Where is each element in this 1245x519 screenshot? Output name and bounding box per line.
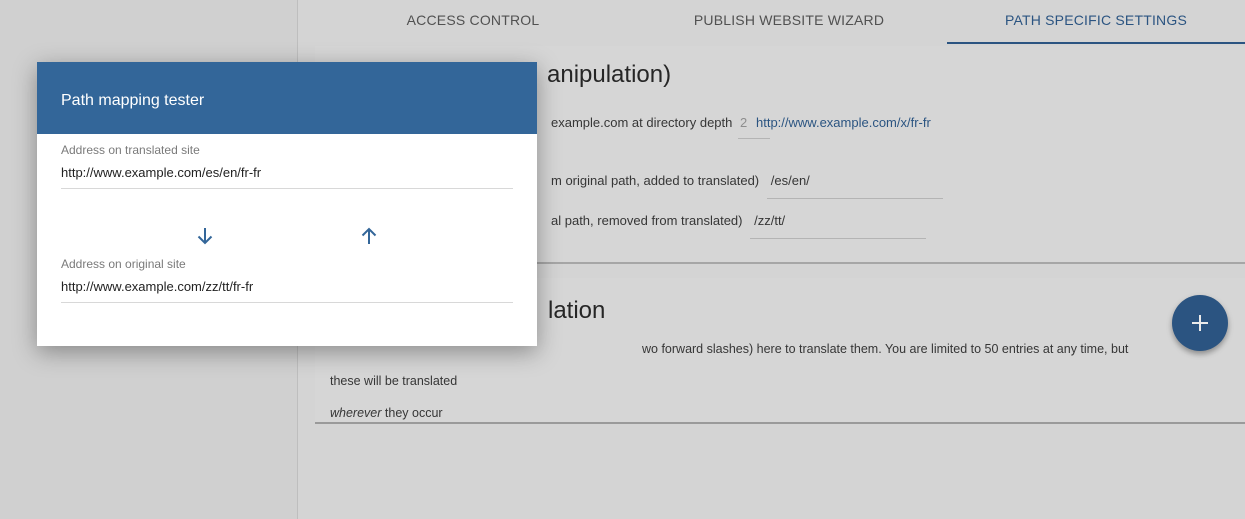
translated-address-input[interactable]: http://www.example.com/es/en/fr-fr [61,165,513,189]
original-address-label: Address on original site [61,257,186,271]
original-address-input[interactable]: http://www.example.com/zz/tt/fr-fr [61,279,513,303]
arrow-down-icon [197,228,213,245]
path-mapping-tester-dialog: Path mapping tester Address on translate… [37,62,537,346]
convert-to-original-button[interactable] [193,224,217,248]
translated-address-label: Address on translated site [61,143,200,157]
app-window: ACCESS CONTROL PUBLISH WEBSITE WIZARD PA… [0,0,1245,519]
translated-address-field: Address on translated site http://www.ex… [61,143,513,189]
dialog-title: Path mapping tester [37,62,537,134]
arrow-up-icon [361,227,377,244]
original-address-field: Address on original site http://www.exam… [61,257,513,303]
convert-to-translated-button[interactable] [357,224,381,248]
